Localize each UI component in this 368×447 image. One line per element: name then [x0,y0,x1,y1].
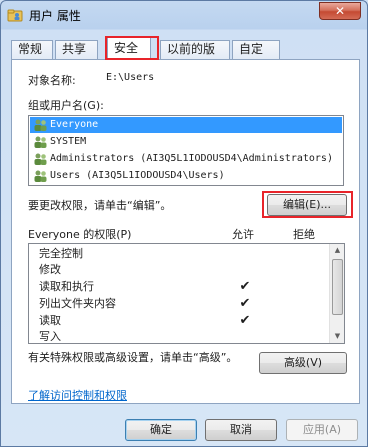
permission-name: 读取和执行 [39,280,94,293]
users-group-icon [34,119,47,131]
scroll-up-icon[interactable]: ▲ [331,244,344,257]
tab-previous-versions[interactable]: 以前的版本 [160,40,230,73]
security-panel: 对象名称: E:\Users 组或用户名(G): Everyone SYSTEM [11,59,360,404]
permissions-title: Everyone 的权限(P) [28,228,132,241]
object-name-label: 对象名称: [28,74,76,87]
permission-name: 列出文件夹内容 [39,297,116,310]
scroll-down-icon[interactable]: ▼ [331,330,344,343]
user-name: SYSTEM [50,136,87,147]
allow-column-header: 允许 [232,228,254,241]
ok-button[interactable]: 确定 [125,419,197,441]
user-name: Everyone [50,119,99,130]
permission-name: 完全控制 [39,247,83,260]
close-button[interactable]: ✕ [319,2,361,20]
permission-row: 列出文件夹内容 ✔ [29,296,329,312]
permission-row: 读取 ✔ [29,313,329,329]
permission-name: 修改 [39,263,61,276]
permission-name: 写入 [39,330,61,343]
user-item-administrators[interactable]: Administrators (AI3Q5L1IODOUSD4\Administ… [30,151,342,167]
properties-window: 用户 属性 ✕ 常规 共享 安全 以前的版本 自定义 对象名称: E:\User… [0,0,368,447]
tab-customize[interactable]: 自定义 [232,40,280,73]
tab-strip: 常规 共享 安全 以前的版本 自定义 [11,37,361,73]
users-group-icon [34,170,47,182]
user-name: Users (AI3Q5L1IODOUSD4\Users) [50,170,225,181]
special-permissions-text: 有关特殊权限或高级设置，请单击“高级”。 [28,351,238,364]
permission-row: 写入 [29,329,329,343]
advanced-button[interactable]: 高级(V) [259,352,347,374]
tab-general[interactable]: 常规 [11,40,53,59]
users-group-icon [34,136,47,148]
user-item-system[interactable]: SYSTEM [30,134,342,150]
tab-sharing[interactable]: 共享 [55,40,98,59]
permissions-list[interactable]: 完全控制 修改 读取和执行 ✔ 列出文件夹内容 ✔ 读取 ✔ 写入 ▲ ▼ [28,243,345,344]
allow-check-icon: ✔ [239,296,251,311]
apply-button[interactable]: 应用(A) [286,419,358,441]
allow-check-icon: ✔ [239,313,251,328]
user-name: Administrators (AI3Q5L1IODOUSD4\Administ… [50,153,333,164]
edit-button[interactable]: 编辑(E)... [267,194,347,216]
tab-security[interactable]: 安全 [107,37,151,60]
user-item-everyone[interactable]: Everyone [30,117,342,133]
permission-name: 读取 [39,314,61,327]
access-control-link[interactable]: 了解访问控制和权限 [28,387,127,403]
users-list[interactable]: Everyone SYSTEM Administrators (AI3Q5L1I… [28,115,344,186]
deny-column-header: 拒绝 [293,228,315,241]
permission-row: 完全控制 [29,246,329,262]
title-bar[interactable]: 用户 属性 ✕ [1,1,367,29]
allow-check-icon: ✔ [239,279,251,294]
permissions-scrollbar[interactable]: ▲ ▼ [329,244,344,343]
permission-row: 修改 [29,262,329,278]
folder-users-icon [7,9,23,22]
permission-row: 读取和执行 ✔ [29,279,329,295]
object-name-value: E:\Users [106,72,155,83]
users-group-icon [34,153,47,165]
cancel-button[interactable]: 取消 [205,419,277,441]
window-title: 用户 属性 [29,9,81,23]
change-permissions-text: 要更改权限，请单击“编辑”。 [28,199,172,212]
group-users-label: 组或用户名(G): [28,99,104,112]
scroll-thumb[interactable] [332,259,343,315]
user-item-users[interactable]: Users (AI3Q5L1IODOUSD4\Users) [30,168,342,184]
